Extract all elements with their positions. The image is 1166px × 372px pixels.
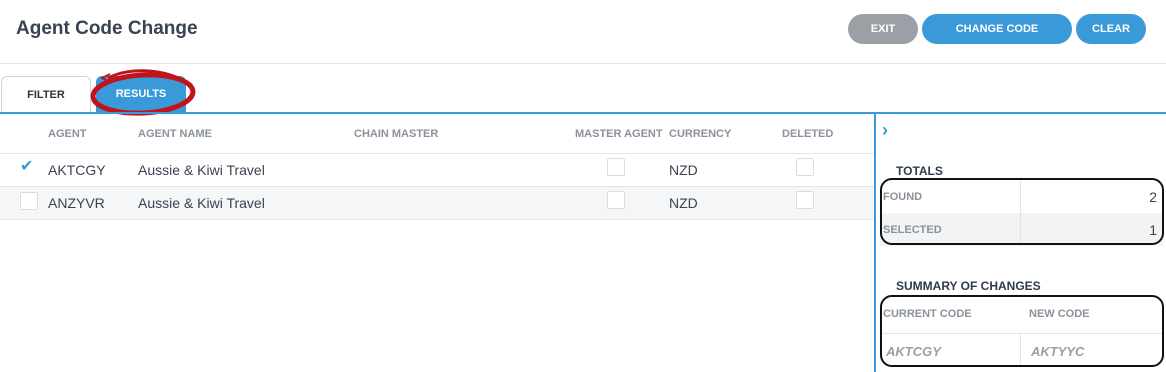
totals-found-row: FOUND 2 <box>880 180 1163 213</box>
column-divider <box>1020 334 1021 367</box>
agent-code-cell: ANZYVR <box>48 195 105 211</box>
row-divider <box>0 219 874 220</box>
clear-button[interactable]: CLEAR <box>1076 14 1146 44</box>
totals-table: FOUND 2 SELECTED 1 <box>880 180 1163 246</box>
agent-name-cell: Aussie & Kiwi Travel <box>138 195 265 211</box>
column-divider <box>1020 180 1021 213</box>
table-row[interactable]: ANZYVR Aussie & Kiwi Travel NZD <box>0 187 874 220</box>
agent-name-cell: Aussie & Kiwi Travel <box>138 162 265 178</box>
change-code-button[interactable]: CHANGE CODE <box>922 14 1072 44</box>
master-agent-checkbox[interactable] <box>607 158 625 176</box>
found-value: 2 <box>1149 189 1157 205</box>
summary-header-row: CURRENT CODE NEW CODE <box>880 297 1163 330</box>
row-select-checkbox[interactable]: ✔ <box>20 158 38 177</box>
totals-title: TOTALS <box>896 164 943 178</box>
summary-row: AKTCGY AKTYYC <box>880 333 1163 367</box>
currency-cell: NZD <box>669 195 698 211</box>
totals-selected-row: SELECTED 1 <box>880 213 1163 246</box>
column-header-master-agent[interactable]: MASTER AGENT <box>575 128 663 140</box>
table-row[interactable]: ✔ AKTCGY Aussie & Kiwi Travel NZD <box>0 154 874 187</box>
column-header-currency[interactable]: CURRENCY <box>669 128 731 140</box>
new-code-label: NEW CODE <box>1029 308 1090 320</box>
row-select-checkbox[interactable] <box>20 192 38 210</box>
current-code-label: CURRENT CODE <box>883 308 972 320</box>
new-code-value: AKTYYC <box>1031 344 1085 359</box>
tab-filter[interactable]: FILTER <box>1 76 91 113</box>
column-header-agent-name[interactable]: AGENT NAME <box>138 128 212 140</box>
current-code-value: AKTCGY <box>886 344 941 359</box>
selected-label: SELECTED <box>883 224 942 236</box>
tab-results[interactable]: RESULTS <box>96 76 186 113</box>
column-header-agent[interactable]: AGENT <box>48 128 87 140</box>
deleted-checkbox[interactable] <box>796 191 814 209</box>
deleted-checkbox[interactable] <box>796 158 814 176</box>
found-label: FOUND <box>883 191 923 203</box>
column-divider <box>1020 213 1021 246</box>
chevron-right-icon[interactable]: › <box>882 120 888 141</box>
page-title: Agent Code Change <box>16 18 198 39</box>
page-header: Agent Code Change EXIT CHANGE CODE CLEAR <box>0 0 1166 64</box>
column-header-chain-master[interactable]: CHAIN MASTER <box>354 128 438 140</box>
panel-divider <box>874 112 876 372</box>
selected-value: 1 <box>1149 222 1157 238</box>
tab-underline <box>0 112 1166 114</box>
summary-title: SUMMARY OF CHANGES <box>896 279 1041 293</box>
checkmark-icon: ✔ <box>20 158 34 175</box>
summary-table: CURRENT CODE NEW CODE AKTCGY AKTYYC <box>880 297 1163 367</box>
currency-cell: NZD <box>669 162 698 178</box>
column-header-deleted[interactable]: DELETED <box>782 128 833 140</box>
master-agent-checkbox[interactable] <box>607 191 625 209</box>
agent-code-cell: AKTCGY <box>48 162 106 178</box>
exit-button[interactable]: EXIT <box>848 14 918 44</box>
